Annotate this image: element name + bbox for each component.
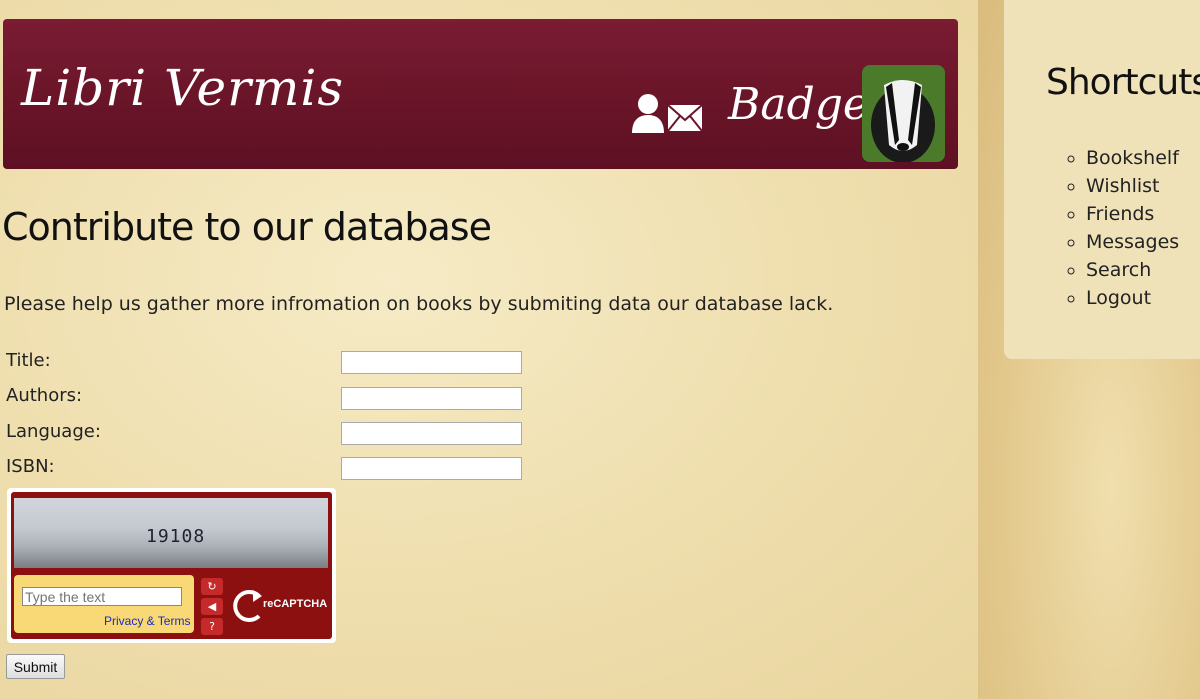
captcha-image: 19108 xyxy=(14,498,328,568)
captcha-entry-box: Privacy & Terms xyxy=(14,575,194,633)
mail-icon[interactable] xyxy=(667,104,703,132)
recaptcha-brand: reCAPTCHA xyxy=(263,598,328,610)
avatar[interactable] xyxy=(862,65,945,162)
shortcut-messages[interactable]: Messages xyxy=(1086,230,1179,258)
badger-avatar-image xyxy=(862,65,945,162)
authors-input[interactable] xyxy=(341,387,522,410)
refresh-icon[interactable]: ↻ xyxy=(201,578,223,595)
shortcuts-list: Bookshelf Wishlist Friends Messages Sear… xyxy=(1062,146,1179,314)
page-title: Contribute to our database xyxy=(2,205,492,249)
site-logo[interactable]: Libri Vermis xyxy=(21,59,344,117)
audio-icon[interactable]: ◀ xyxy=(201,598,223,615)
captcha-input[interactable] xyxy=(22,587,182,606)
language-label: Language: xyxy=(6,421,101,442)
recaptcha-arrow-icon xyxy=(233,590,262,622)
site-header: Libri Vermis Badger xyxy=(3,19,958,169)
help-icon[interactable]: ? xyxy=(201,618,223,635)
submit-button[interactable]: Submit xyxy=(6,654,65,679)
user-profile-icon[interactable] xyxy=(630,93,666,133)
shortcuts-panel: Shortcuts: Bookshelf Wishlist Friends Me… xyxy=(1004,0,1200,359)
recaptcha-logo: reCAPTCHA xyxy=(231,584,327,628)
authors-label: Authors: xyxy=(6,385,83,406)
privacy-terms-link[interactable]: Privacy & Terms xyxy=(104,614,190,628)
isbn-label: ISBN: xyxy=(6,456,55,477)
title-label: Title: xyxy=(6,350,51,371)
shortcuts-title: Shortcuts: xyxy=(1046,62,1200,103)
intro-text: Please help us gather more infromation o… xyxy=(4,293,834,315)
shortcut-search[interactable]: Search xyxy=(1086,258,1179,286)
recaptcha-frame: 19108 Privacy & Terms ↻ ◀ ? reCAPTCHA xyxy=(11,492,332,639)
recaptcha-widget: 19108 Privacy & Terms ↻ ◀ ? reCAPTCHA xyxy=(7,488,336,643)
language-input[interactable] xyxy=(341,422,522,445)
isbn-input[interactable] xyxy=(341,457,522,480)
shortcut-logout[interactable]: Logout xyxy=(1086,286,1179,314)
shortcut-wishlist[interactable]: Wishlist xyxy=(1086,174,1179,202)
captcha-word: 19108 xyxy=(146,526,206,547)
shortcut-friends[interactable]: Friends xyxy=(1086,202,1179,230)
shortcut-bookshelf[interactable]: Bookshelf xyxy=(1086,146,1179,174)
title-input[interactable] xyxy=(341,351,522,374)
